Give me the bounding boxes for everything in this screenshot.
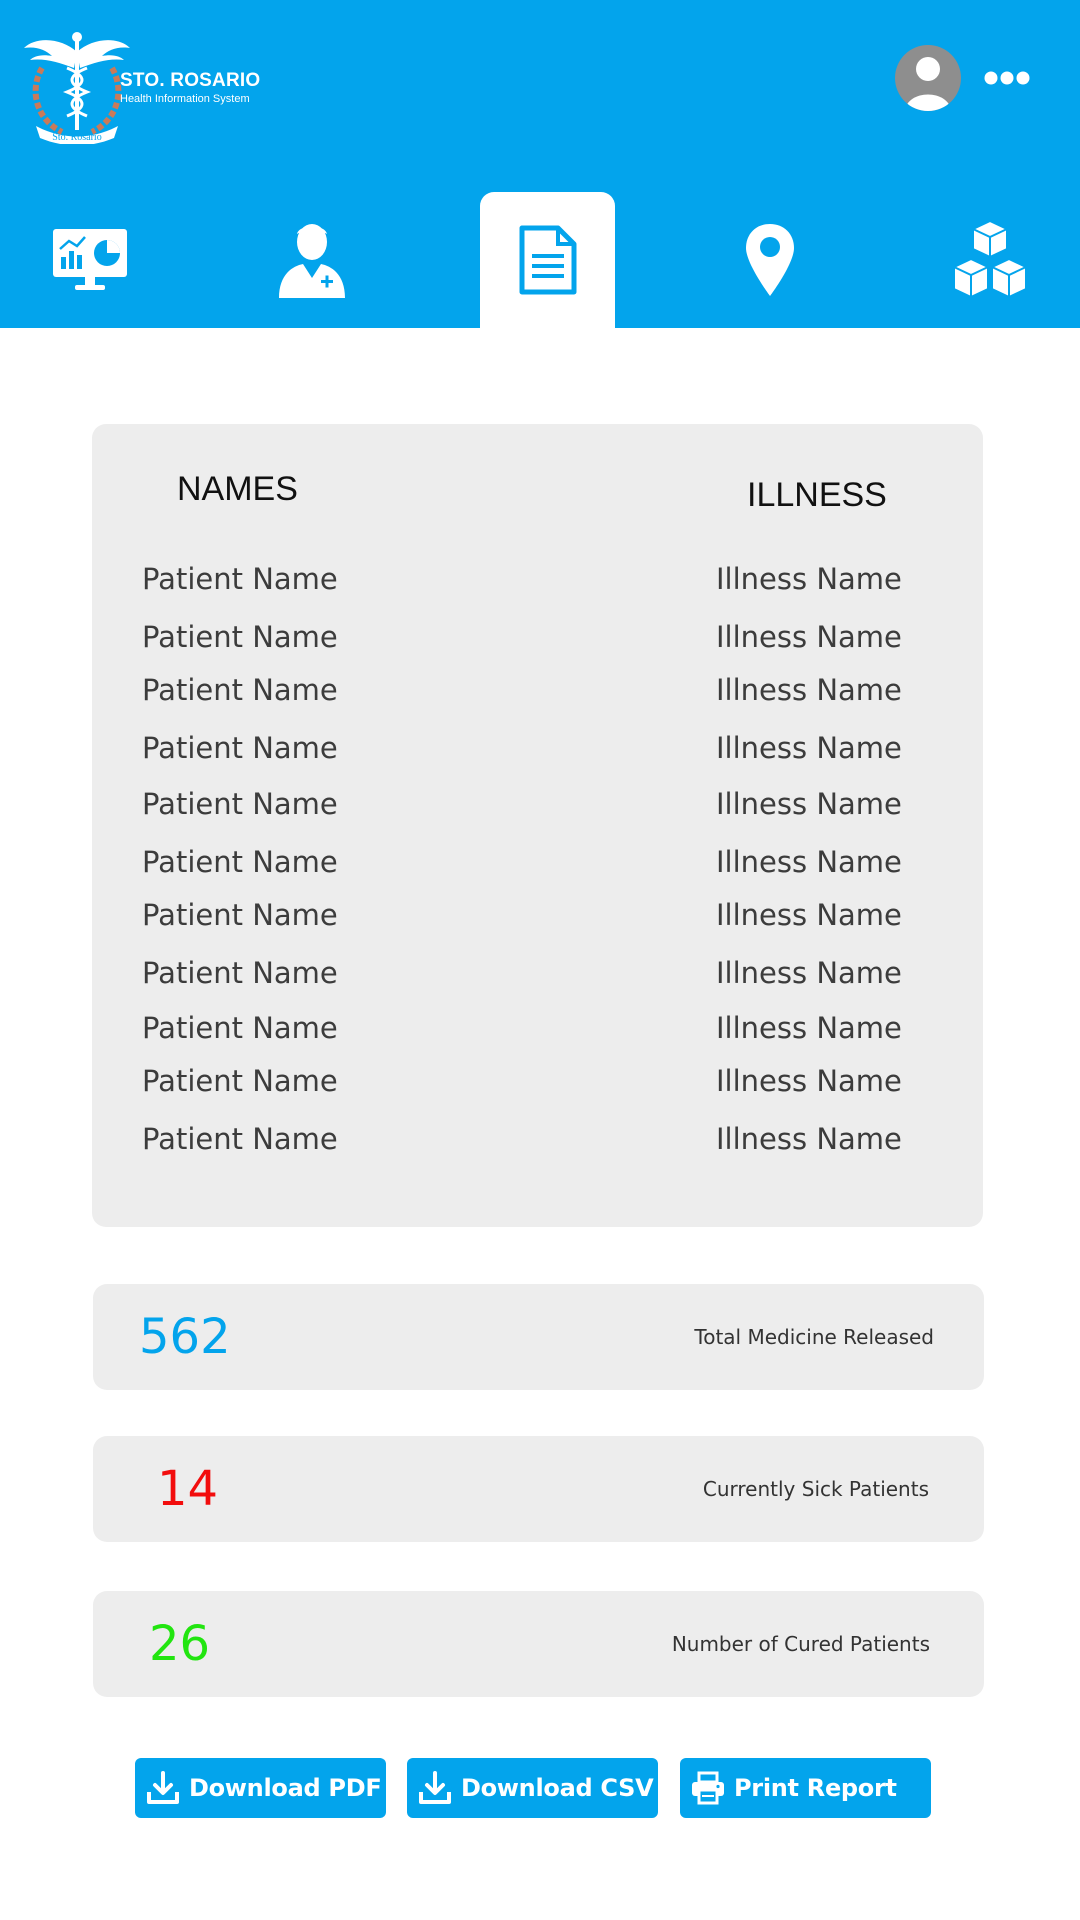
tab-location[interactable] xyxy=(720,192,820,328)
patient-name-cell: Patient Name xyxy=(142,1064,338,1098)
patient-name-cell: Patient Name xyxy=(142,956,338,990)
download-csv-label: Download CSV xyxy=(461,1774,654,1802)
print-report-label: Print Report xyxy=(734,1774,897,1802)
download-icon xyxy=(147,1771,179,1804)
doctor-icon xyxy=(279,224,345,298)
svg-text:Sto. Rosario: Sto. Rosario xyxy=(52,132,101,143)
illness-name-cell: Illness Name xyxy=(716,787,902,821)
printer-icon xyxy=(692,1771,724,1805)
column-header-names: NAMES xyxy=(177,470,298,508)
patient-name-cell: Patient Name xyxy=(142,898,338,932)
brand: STO. ROSARIO Health Information System xyxy=(120,70,260,105)
print-report-button[interactable]: Print Report xyxy=(680,1758,931,1818)
user-silhouette-icon xyxy=(905,57,951,111)
stat-card-sick: 14 Currently Sick Patients xyxy=(93,1436,984,1542)
patient-name-cell: Patient Name xyxy=(142,1011,338,1045)
tab-dashboard[interactable] xyxy=(40,192,140,328)
tab-doctors[interactable] xyxy=(262,192,362,328)
illness-name-cell: Illness Name xyxy=(716,673,902,707)
download-pdf-label: Download PDF xyxy=(189,1774,382,1802)
illness-name-cell: Illness Name xyxy=(716,731,902,765)
illness-name-cell: Illness Name xyxy=(716,845,902,879)
document-icon xyxy=(519,225,576,295)
brand-subtitle: Health Information System xyxy=(120,93,250,105)
illness-name-cell: Illness Name xyxy=(716,956,902,990)
caduceus-logo: Sto. Rosario xyxy=(24,32,130,144)
tab-inventory[interactable] xyxy=(940,192,1040,328)
illness-name-cell: Illness Name xyxy=(716,898,902,932)
patient-name-cell: Patient Name xyxy=(142,620,338,654)
patients-table: NAMES ILLNESS Patient Name Illness Name Pa… xyxy=(92,424,983,1227)
download-csv-button[interactable]: Download CSV xyxy=(407,1758,658,1818)
app-header: Sto. Rosario STO. ROSARIO Health Informa… xyxy=(0,0,1080,328)
medicine-count: 562 xyxy=(139,1309,231,1365)
patient-name-cell: Patient Name xyxy=(142,845,338,879)
boxes-icon xyxy=(953,219,1027,299)
illness-name-cell: Illness Name xyxy=(716,1011,902,1045)
sick-label: Currently Sick Patients xyxy=(702,1477,929,1501)
user-avatar[interactable] xyxy=(895,45,961,111)
illness-name-cell: Illness Name xyxy=(716,1064,902,1098)
patient-name-cell: Patient Name xyxy=(142,731,338,765)
patient-name-cell: Patient Name xyxy=(142,787,338,821)
stat-card-cured: 26 Number of Cured Patients xyxy=(93,1591,984,1697)
cured-count: 26 xyxy=(149,1616,211,1672)
illness-name-cell: Illness Name xyxy=(716,620,902,654)
download-icon xyxy=(419,1771,451,1804)
illness-name-cell: Illness Name xyxy=(716,1122,902,1156)
patient-name-cell: Patient Name xyxy=(142,562,338,596)
patient-name-cell: Patient Name xyxy=(142,673,338,707)
illness-name-cell: Illness Name xyxy=(716,562,902,596)
medicine-label: Total Medicine Released xyxy=(694,1325,934,1349)
sick-count: 14 xyxy=(157,1461,219,1517)
column-header-illness: ILLNESS xyxy=(747,476,887,514)
dashboard-monitor-icon xyxy=(53,229,127,290)
location-pin-icon xyxy=(746,224,794,296)
cured-label: Number of Cured Patients xyxy=(671,1632,930,1656)
brand-name: STO. ROSARIO xyxy=(120,70,261,91)
patient-name-cell: Patient Name xyxy=(142,1122,338,1156)
download-pdf-button[interactable]: Download PDF xyxy=(135,1758,386,1818)
tab-reports[interactable] xyxy=(480,192,615,328)
stat-card-medicine: 562 Total Medicine Released xyxy=(93,1284,984,1390)
more-options-icon[interactable] xyxy=(983,68,1031,88)
